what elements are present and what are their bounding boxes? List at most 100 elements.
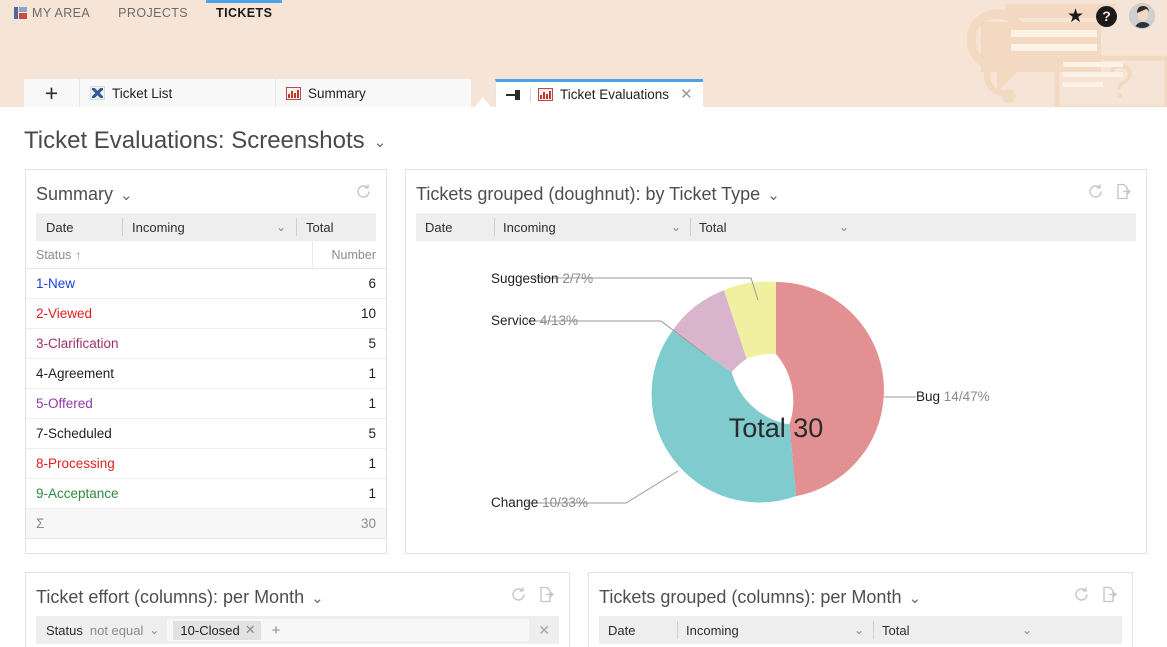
header-actions: ★ ? (1067, 3, 1155, 29)
table-row[interactable]: 8-Processing 1 (26, 448, 386, 479)
chevron-down-icon[interactable]: ⌄ (671, 220, 681, 234)
cell-status[interactable]: 7-Scheduled (26, 418, 312, 449)
cell-status[interactable]: 8-Processing (26, 448, 312, 479)
pin-icon[interactable] (506, 88, 523, 102)
panel-title-text: Ticket effort (columns): per Month (36, 586, 305, 607)
panel-header: Ticket effort (columns): per Month ⌄ (26, 573, 569, 616)
tab-ticket-list[interactable]: Ticket List (79, 79, 275, 107)
filter-incoming-label: Incoming (132, 219, 185, 235)
close-icon[interactable]: ✕ (676, 87, 697, 102)
clear-filter-icon[interactable]: ✕ (529, 622, 559, 639)
filter-incoming[interactable]: Incoming ⌄ (122, 213, 296, 241)
app-header: ? MY AREA PROJECTS TICKETS ★ ? + Ticket … (0, 0, 1167, 107)
filter-date-label: Date (46, 219, 74, 235)
sort-asc-icon: ↑ (75, 248, 82, 262)
tab-label: Ticket List (112, 85, 173, 101)
remove-chip-icon[interactable]: ✕ (245, 622, 256, 638)
filter-incoming[interactable]: Incoming ⌄ (677, 616, 873, 644)
tab-label: Summary (308, 85, 366, 101)
add-tab-button[interactable]: + (24, 79, 79, 107)
main-nav: MY AREA PROJECTS TICKETS (0, 0, 286, 25)
refresh-icon[interactable] (510, 586, 527, 608)
nav-item-tickets[interactable]: TICKETS (202, 0, 286, 25)
filter-total[interactable]: Total ⌄ (690, 213, 858, 241)
summary-filter-bar: Date Incoming ⌄ Total (36, 213, 376, 241)
cell-number: 6 (312, 268, 386, 299)
cell-number: 1 (312, 448, 386, 479)
table-row[interactable]: 7-Scheduled 5 (26, 418, 386, 449)
panel-title-ticket-effort[interactable]: Ticket effort (columns): per Month ⌄ (36, 587, 324, 608)
filter-total[interactable]: Total (296, 213, 376, 241)
donut-label-name: Service (491, 313, 537, 328)
filter-chip-label: 10-Closed (180, 622, 240, 638)
export-icon[interactable] (1101, 586, 1118, 608)
cell-status[interactable]: 2-Viewed (26, 298, 312, 329)
panel-title-summary[interactable]: Summary ⌄ (36, 184, 133, 205)
filter-incoming-label: Incoming (503, 219, 556, 235)
add-filter-icon[interactable]: + (267, 622, 286, 639)
panel-tickets-grouped-columns: Tickets grouped (columns): per Month ⌄ D… (588, 572, 1133, 647)
table-row[interactable]: 3-Clarification 5 (26, 328, 386, 359)
cell-total-number: 30 (312, 508, 386, 539)
panel-summary: Summary ⌄ Date Incoming ⌄ Total Status ↑ … (25, 169, 387, 554)
chevron-down-icon[interactable]: ⌄ (311, 589, 324, 607)
table-row[interactable]: 5-Offered 1 (26, 388, 386, 419)
panel-actions (1073, 586, 1118, 608)
nav-item-my-area[interactable]: MY AREA (0, 0, 104, 25)
chevron-down-icon[interactable]: ⌄ (839, 220, 849, 234)
filter-date[interactable]: Date (416, 213, 494, 241)
cell-status[interactable]: 3-Clarification (26, 328, 312, 359)
chevron-down-icon[interactable]: ⌄ (120, 186, 133, 204)
table-row[interactable]: 4-Agreement 1 (26, 358, 386, 389)
export-icon[interactable] (1115, 183, 1132, 205)
tab-ticket-evaluations[interactable]: Ticket Evaluations ✕ (495, 79, 703, 107)
table-row[interactable]: 1-New 6 (26, 268, 386, 299)
chevron-down-icon[interactable]: ⌄ (276, 220, 286, 234)
refresh-icon[interactable] (1087, 183, 1104, 205)
chevron-down-icon[interactable]: ⌄ (149, 623, 167, 637)
filter-chip[interactable]: 10-Closed ✕ (173, 620, 261, 640)
doughnut-chart: Suggestion 2/7% Service 4/13% Bug 14/47%… (406, 245, 1146, 545)
donut-label-value: 14/47% (943, 389, 990, 404)
column-header-number[interactable]: Number (311, 241, 386, 269)
cell-number: 1 (312, 388, 386, 419)
chevron-down-icon[interactable]: ⌄ (767, 186, 780, 204)
table-row[interactable]: 9-Acceptance 1 (26, 478, 386, 509)
filter-date[interactable]: Date (599, 616, 677, 644)
panel-actions (510, 586, 555, 608)
tab-summary[interactable]: Summary (275, 79, 471, 107)
donut-label-name: Bug (916, 389, 941, 404)
chevron-down-icon[interactable]: ⌄ (1022, 623, 1032, 637)
filter-date[interactable]: Date (36, 213, 122, 241)
nav-item-projects[interactable]: PROJECTS (104, 0, 202, 25)
refresh-icon[interactable] (1073, 586, 1090, 608)
cell-status[interactable]: 5-Offered (26, 388, 312, 419)
page-title[interactable]: Ticket Evaluations: Screenshots ⌄ (24, 127, 1167, 155)
chevron-down-icon[interactable]: ⌄ (374, 133, 387, 151)
table-total-row: Σ 30 (26, 508, 386, 539)
filter-date-label: Date (608, 622, 636, 638)
chevron-down-icon[interactable]: ⌄ (854, 623, 864, 637)
table-row[interactable]: 2-Viewed 10 (26, 298, 386, 329)
tab-strip: + Ticket List Summary Ticket Evaluations… (24, 79, 703, 107)
filter-operator-label[interactable]: not equal (90, 623, 150, 638)
column-header-status[interactable]: Status ↑ (26, 241, 312, 269)
help-icon[interactable]: ? (1096, 5, 1117, 27)
panel-header: Tickets grouped (columns): per Month ⌄ (589, 573, 1132, 616)
filter-total[interactable]: Total ⌄ (873, 616, 1041, 644)
filter-incoming[interactable]: Incoming ⌄ (494, 213, 690, 241)
avatar[interactable] (1129, 3, 1155, 29)
chevron-down-icon[interactable]: ⌄ (908, 589, 921, 607)
panel-title-tickets-grouped[interactable]: Tickets grouped (columns): per Month ⌄ (599, 587, 921, 608)
panel-header: Tickets grouped (doughnut): by Ticket Ty… (406, 170, 1146, 213)
donut-label-value: 10/33% (542, 495, 588, 510)
cell-status[interactable]: 4-Agreement (26, 358, 312, 389)
export-icon[interactable] (538, 586, 555, 608)
refresh-icon[interactable] (355, 183, 372, 205)
panel-title-doughnut[interactable]: Tickets grouped (doughnut): by Ticket Ty… (416, 184, 780, 205)
filter-chip-zone[interactable]: 10-Closed ✕ + (167, 619, 530, 641)
cell-status[interactable]: 1-New (26, 268, 312, 299)
tab-label: Ticket Evaluations (560, 87, 670, 102)
star-icon[interactable]: ★ (1067, 7, 1084, 26)
cell-status[interactable]: 9-Acceptance (26, 478, 312, 509)
